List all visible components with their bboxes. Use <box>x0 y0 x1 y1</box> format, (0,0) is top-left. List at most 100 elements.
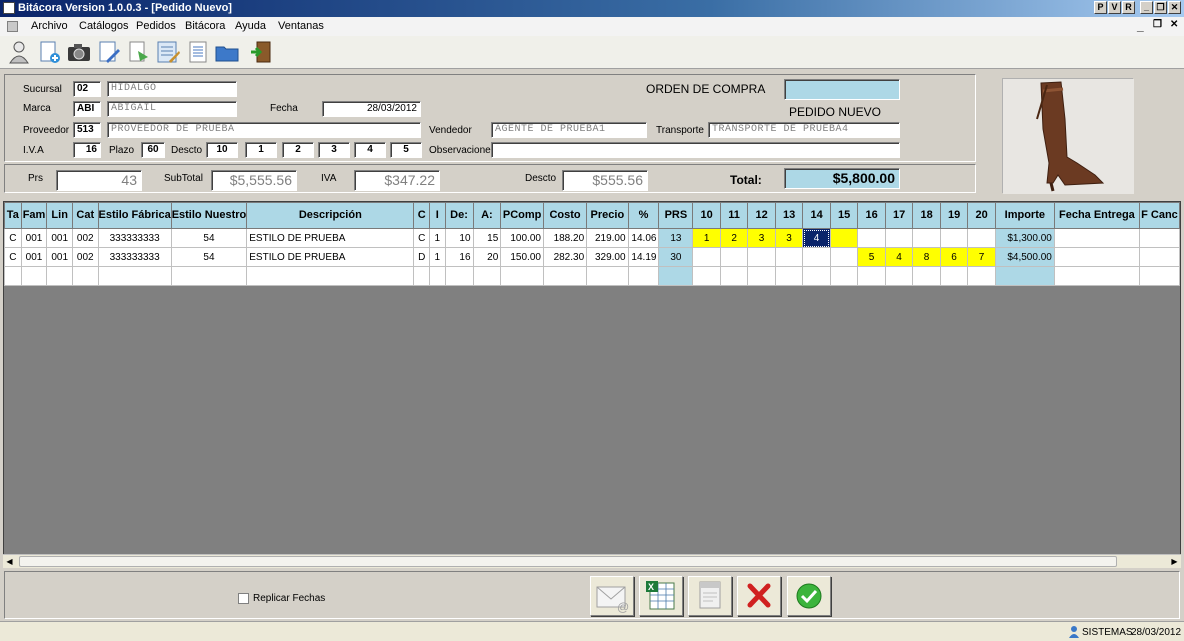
marca-code-field[interactable]: ABI <box>73 101 101 117</box>
descto-field-5[interactable]: 4 <box>354 142 386 158</box>
grid-cell[interactable] <box>692 266 721 286</box>
order-grid[interactable]: Ta Fam Lin Cat Estilo Fábrica Estilo Nuestro D… <box>3 201 1181 568</box>
column-header[interactable]: Fam <box>20 202 48 229</box>
grid-cell[interactable] <box>802 247 831 267</box>
grid-cell[interactable] <box>939 266 969 286</box>
grid-cell[interactable] <box>967 266 996 286</box>
grid-cell[interactable]: 188.20 <box>542 228 588 248</box>
column-header[interactable]: 14 <box>802 202 831 229</box>
grid-cell[interactable] <box>428 266 446 286</box>
document-icon[interactable] <box>7 21 18 32</box>
replicar-checkbox[interactable] <box>238 593 249 604</box>
grid-cell[interactable]: 001 <box>46 228 73 248</box>
grid-cell[interactable]: 002 <box>71 228 99 248</box>
fecha-field[interactable]: 28/03/2012 <box>322 101 421 117</box>
grid-cell[interactable]: 001 <box>20 228 48 248</box>
column-header[interactable]: Ta <box>4 202 22 229</box>
grid-cell[interactable]: 8 <box>912 247 941 267</box>
mdi-minimize-button[interactable]: _ <box>1137 19 1144 33</box>
grid-cell[interactable] <box>747 266 776 286</box>
orden-field[interactable] <box>784 79 900 100</box>
v-button[interactable]: V <box>1108 1 1121 14</box>
vendedor-field[interactable]: AGENTE DE PRUEBA1 <box>491 122 647 138</box>
column-header[interactable]: 12 <box>747 202 776 229</box>
column-header[interactable]: 13 <box>774 202 804 229</box>
descto-field-1[interactable]: 10 <box>206 142 238 158</box>
descto-field-3[interactable]: 2 <box>282 142 314 158</box>
user-icon[interactable] <box>6 39 32 65</box>
grid-cell[interactable] <box>829 247 859 267</box>
grid-cell[interactable]: 5 <box>857 247 886 267</box>
menu-catalogos[interactable]: Catálogos <box>79 20 129 32</box>
grid-cell[interactable] <box>413 266 431 286</box>
plazo-field[interactable]: 60 <box>141 142 165 158</box>
grid-cell[interactable] <box>97 266 172 286</box>
grid-cell[interactable] <box>71 266 99 286</box>
column-header[interactable]: A: <box>472 202 502 229</box>
accept-button[interactable] <box>787 576 831 616</box>
grid-cell[interactable]: 3 <box>774 228 804 248</box>
grid-cell[interactable] <box>912 228 941 248</box>
restore-button[interactable]: ❐ <box>1154 1 1167 14</box>
column-header[interactable]: Estilo Nuestro <box>170 202 248 229</box>
grid-cell[interactable] <box>627 266 660 286</box>
grid-cell[interactable] <box>20 266 48 286</box>
grid-cell[interactable] <box>658 266 694 286</box>
grid-cell[interactable] <box>829 266 859 286</box>
new-document-icon[interactable] <box>36 39 62 65</box>
table-row[interactable]: C 001 001 002 333333333 54 ESTILO DE PRUEBA D 1 1… <box>4 247 1180 267</box>
email-button[interactable]: @ <box>590 576 634 616</box>
minimize-button[interactable]: _ <box>1140 1 1153 14</box>
grid-cell[interactable]: 100.00 <box>500 228 544 248</box>
grid-cell[interactable] <box>444 266 474 286</box>
column-header[interactable]: C <box>413 202 431 229</box>
grid-cell[interactable] <box>472 266 502 286</box>
column-header[interactable]: 15 <box>829 202 859 229</box>
grid-cell[interactable]: 54 <box>170 247 248 267</box>
grid-cell[interactable] <box>246 266 415 286</box>
grid-cell[interactable] <box>1053 266 1140 286</box>
grid-cell[interactable] <box>857 266 886 286</box>
grid-cell[interactable]: 6 <box>939 247 969 267</box>
mdi-close-button[interactable]: ✕ <box>1170 19 1178 30</box>
menu-ventanas[interactable]: Ventanas <box>278 20 324 32</box>
column-header[interactable]: PRS <box>658 202 694 229</box>
grid-cell[interactable]: 150.00 <box>500 247 544 267</box>
scroll-thumb[interactable] <box>19 556 1117 567</box>
sucursal-code-field[interactable]: 02 <box>73 81 101 97</box>
grid-cell[interactable]: 2 <box>719 228 749 248</box>
grid-cell[interactable] <box>829 228 859 248</box>
column-header[interactable]: PComp <box>500 202 544 229</box>
folder-icon[interactable] <box>214 39 240 65</box>
grid-cell[interactable]: 1 <box>428 228 446 248</box>
grid-cell[interactable] <box>4 266 22 286</box>
column-header[interactable]: Cat <box>71 202 99 229</box>
column-header[interactable]: 16 <box>857 202 886 229</box>
mdi-restore-button[interactable]: ❐ <box>1153 19 1162 30</box>
grid-cell[interactable] <box>586 266 629 286</box>
grid-cell[interactable]: ESTILO DE PRUEBA <box>246 247 415 267</box>
r-button[interactable]: R <box>1122 1 1135 14</box>
proveedor-code-field[interactable]: 513 <box>73 122 101 138</box>
grid-cell[interactable] <box>1053 247 1140 267</box>
grid-cell[interactable]: C <box>413 228 431 248</box>
column-header[interactable]: Precio <box>586 202 629 229</box>
edit-document-icon[interactable] <box>96 39 122 65</box>
column-header[interactable]: 10 <box>692 202 721 229</box>
iva-field[interactable]: 16 <box>73 142 101 158</box>
grid-cell[interactable]: 001 <box>46 247 73 267</box>
column-header[interactable]: I <box>428 202 446 229</box>
grid-cell[interactable]: 219.00 <box>586 228 629 248</box>
grid-cell[interactable]: 14.06 <box>627 228 660 248</box>
grid-cell[interactable] <box>1053 228 1140 248</box>
grid-cell[interactable]: C <box>4 228 22 248</box>
excel-button[interactable]: X <box>639 576 683 616</box>
grid-cell[interactable]: 1 <box>428 247 446 267</box>
p-button[interactable]: P <box>1094 1 1107 14</box>
grid-cell[interactable] <box>542 266 588 286</box>
list-icon[interactable] <box>185 39 211 65</box>
grid-cell[interactable] <box>884 228 914 248</box>
grid-cell[interactable]: ESTILO DE PRUEBA <box>246 228 415 248</box>
descto-field-4[interactable]: 3 <box>318 142 350 158</box>
column-header[interactable]: Estilo Fábrica <box>97 202 172 229</box>
